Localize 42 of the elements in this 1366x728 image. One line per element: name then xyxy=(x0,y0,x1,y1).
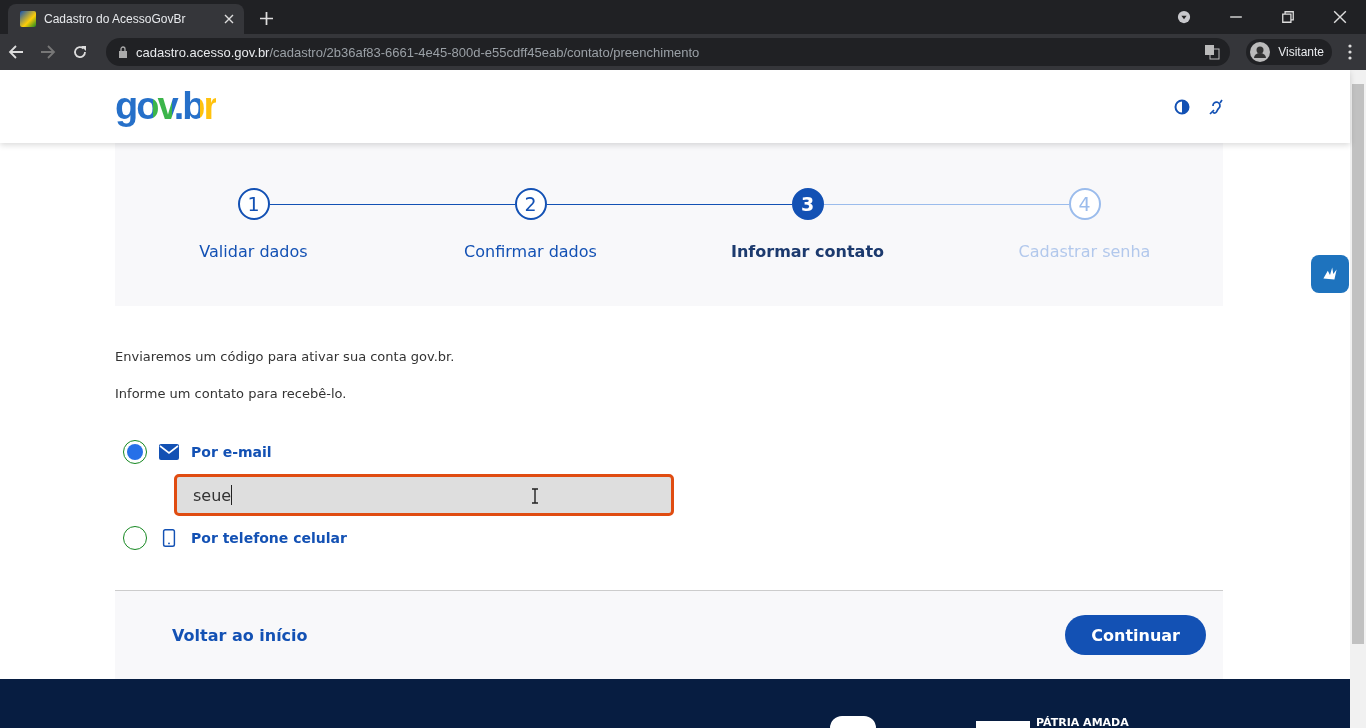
address-bar[interactable]: cadastro.acesso.gov.br/cadastro/2b36af83-6661-4e45-800d-e55cdff45eab/contato/preenchimento xyxy=(106,38,1231,66)
forward-arrow-icon[interactable] xyxy=(40,44,56,60)
person-icon xyxy=(1250,42,1271,62)
option-label[interactable]: Por e-mail xyxy=(191,444,272,460)
lock-icon xyxy=(118,46,128,58)
radio-button[interactable] xyxy=(123,440,147,464)
option-label[interactable]: Por telefone celular xyxy=(191,530,347,546)
site-favicon-icon xyxy=(20,11,36,27)
browser-tab[interactable]: Cadastro do AcessoGovBr xyxy=(8,4,244,34)
radio-button[interactable] xyxy=(123,526,147,550)
scrollbar[interactable] xyxy=(1350,70,1366,728)
step-label: Confirmar dados xyxy=(464,242,597,261)
menu-icon[interactable] xyxy=(1348,44,1352,60)
translate-icon[interactable] xyxy=(1204,44,1221,60)
envelope-icon xyxy=(159,443,179,461)
intro-text: Enviaremos um código para ativar sua conta gov.br. xyxy=(115,348,456,366)
back-arrow-icon[interactable] xyxy=(8,44,24,60)
close-icon[interactable] xyxy=(224,14,234,24)
tab-title: Cadastro do AcessoGovBr xyxy=(44,12,187,26)
continue-button[interactable]: Continuar xyxy=(1065,615,1206,655)
close-icon[interactable] xyxy=(1333,10,1347,24)
hearing-icon[interactable] xyxy=(1208,98,1224,115)
text-cursor-icon xyxy=(531,488,539,504)
back-link[interactable]: Voltar ao início xyxy=(172,625,308,645)
footer-motto: PÁTRIA AMADA xyxy=(1036,716,1129,728)
restore-icon[interactable] xyxy=(1281,10,1295,24)
url-text: cadastro.acesso.gov.br/cadastro/2b36af83-6661-4e45-800d-e55cdff45eab/contato/preenchimento xyxy=(136,44,700,60)
new-tab-icon[interactable] xyxy=(260,12,273,25)
intro-text: Informe um contato para recebê-lo. xyxy=(115,385,348,403)
sign-language-button[interactable] xyxy=(1311,255,1349,293)
step-number: 4 xyxy=(1068,188,1101,220)
step-number: 1 xyxy=(237,188,270,220)
step-label: Cadastrar senha xyxy=(1018,242,1151,261)
step-label: Validar dados xyxy=(199,242,308,261)
step-label: Informar contato xyxy=(730,242,885,261)
step-number: 3 xyxy=(791,188,824,220)
profile-button[interactable]: Visitante xyxy=(1246,39,1332,65)
contrast-icon[interactable] xyxy=(1174,98,1190,115)
step-number: 2 xyxy=(514,188,547,220)
email-input-field[interactable]: seue xyxy=(174,474,674,516)
tab-search-icon[interactable] xyxy=(1177,10,1191,24)
reload-icon[interactable] xyxy=(72,44,88,60)
